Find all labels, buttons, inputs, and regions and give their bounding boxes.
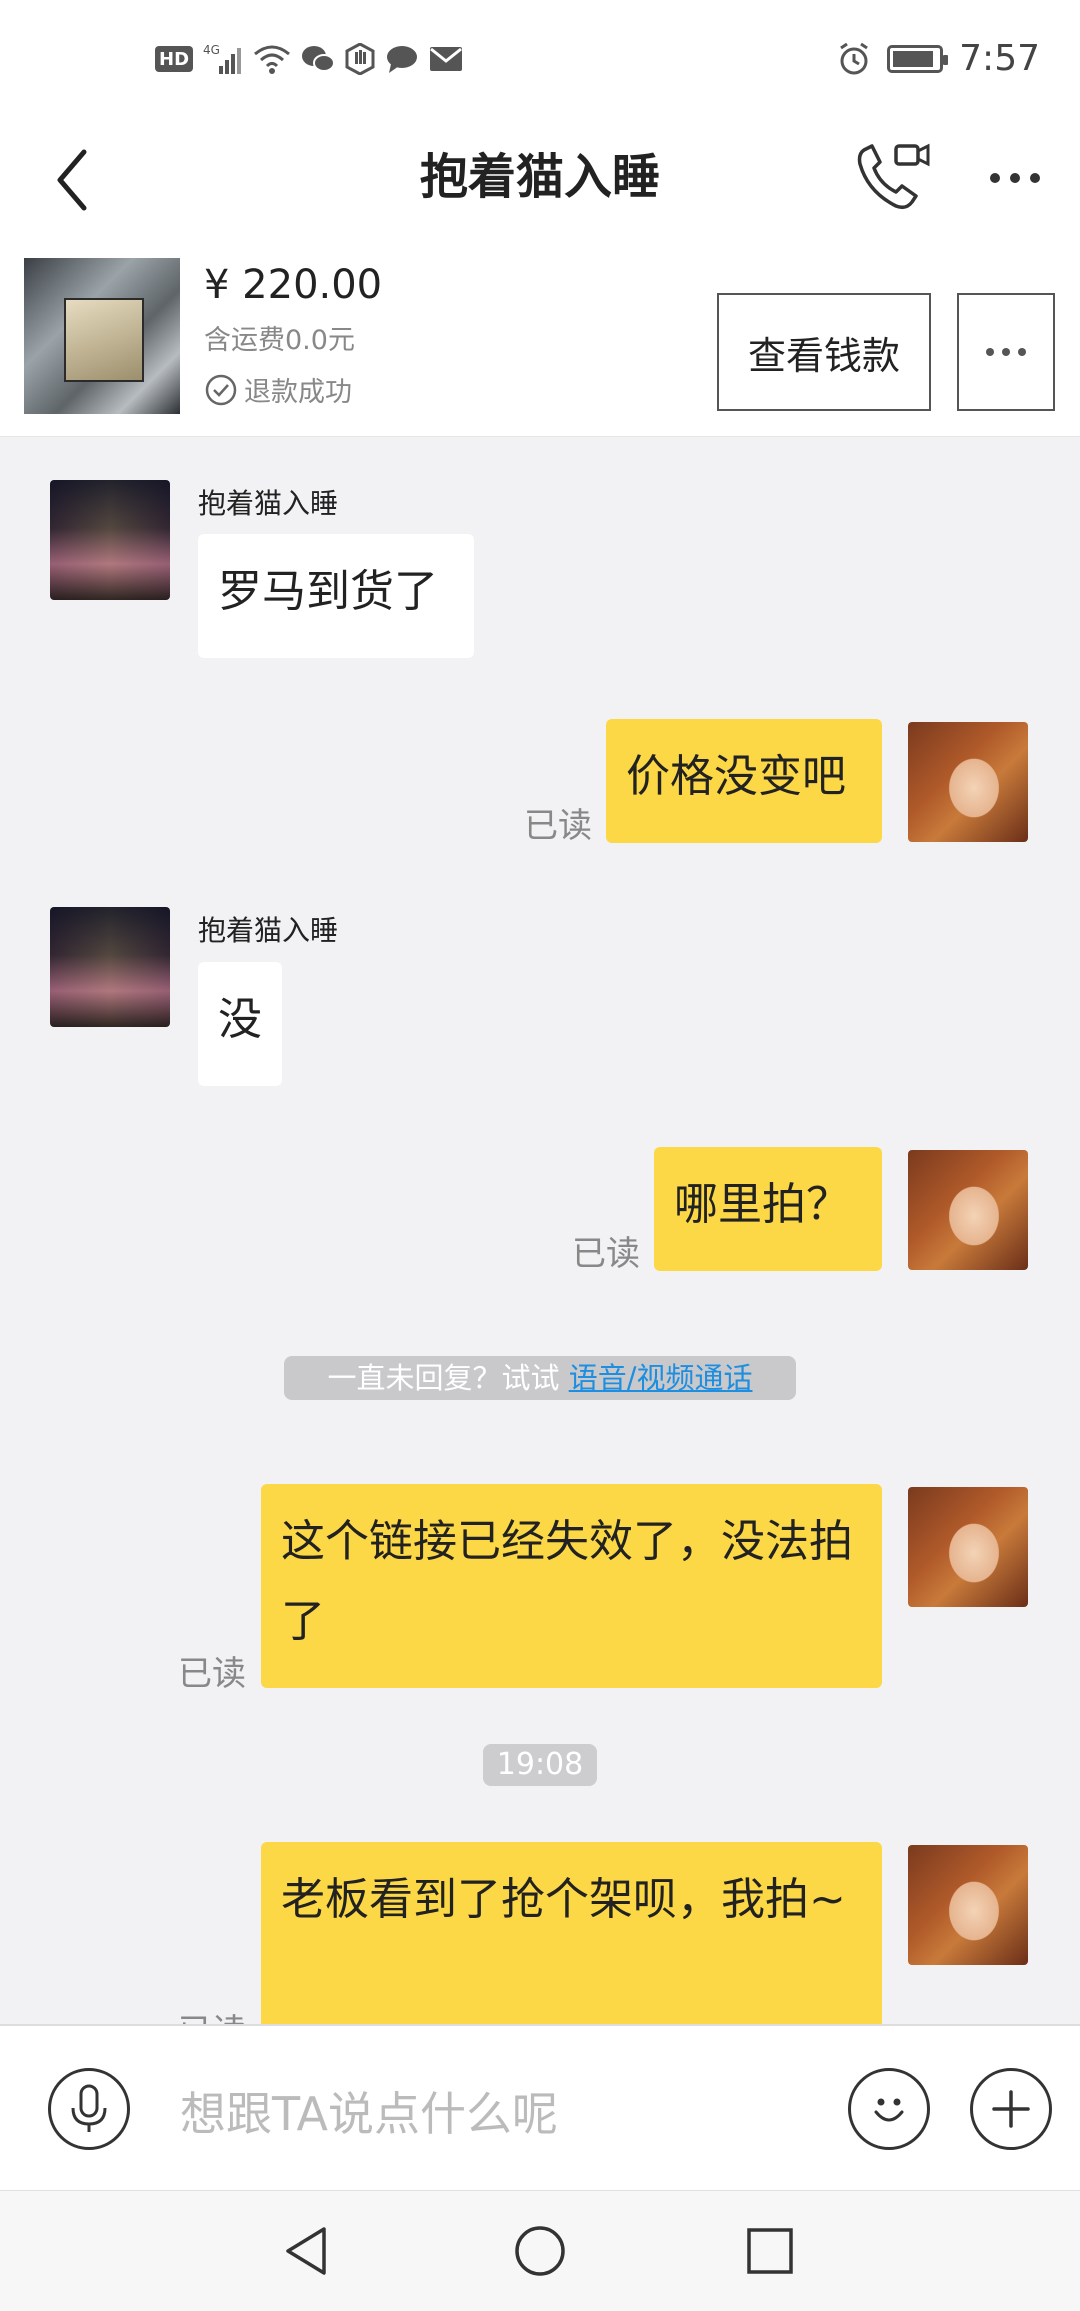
- product-thumbnail[interactable]: [24, 258, 180, 414]
- microphone-icon: [71, 2084, 107, 2132]
- message-bubble-outgoing[interactable]: 价格没变吧: [606, 719, 882, 843]
- read-status: 已读: [524, 806, 592, 846]
- seller-avatar[interactable]: [50, 480, 170, 600]
- wechat-icon: [301, 42, 336, 76]
- hd-label: HD: [159, 48, 190, 70]
- message-input-bar: 想跟TA说点什么呢: [0, 2024, 1080, 2192]
- message-bubble-incoming[interactable]: 没: [198, 962, 282, 1086]
- seller-avatar[interactable]: [50, 907, 170, 1027]
- message-bubble-incoming[interactable]: 罗马到货了: [198, 534, 474, 658]
- read-status: 已读: [178, 1654, 246, 1694]
- product-card[interactable]: ¥ 220.00 含运费0.0元 退款成功 查看钱款: [0, 240, 1080, 437]
- my-avatar[interactable]: [908, 1487, 1028, 1607]
- message-bubble-outgoing[interactable]: 老板看到了抢个架呗，我拍~: [261, 1842, 882, 2046]
- read-status: 已读: [572, 1234, 640, 1274]
- nav-recents-button[interactable]: [740, 2221, 800, 2281]
- product-image-detail: [64, 298, 144, 382]
- refund-status: 退款成功: [204, 370, 352, 409]
- shipping-fee: 含运费0.0元: [204, 325, 355, 356]
- message-bubble-outgoing[interactable]: 哪里拍？: [654, 1147, 882, 1271]
- add-attachment-button[interactable]: [970, 2068, 1052, 2150]
- more-options-button[interactable]: [980, 158, 1050, 198]
- wifi-icon: [253, 42, 291, 76]
- chat-header: 抱着猫入睡: [0, 120, 1080, 240]
- check-circle-icon: [205, 374, 237, 405]
- dot-icon: [990, 173, 1000, 183]
- timestamp: 19:08: [483, 1744, 597, 1786]
- my-avatar[interactable]: [908, 1150, 1028, 1270]
- voice-video-call-link[interactable]: 语音/视频通话: [569, 1361, 753, 1395]
- alarm-icon: [837, 42, 871, 76]
- status-icons-right: 7:57: [837, 38, 1040, 79]
- status-time: 7:57: [959, 38, 1040, 79]
- triangle-back-icon: [286, 2227, 326, 2275]
- smiley-icon: [874, 2098, 904, 2122]
- view-payment-button[interactable]: 查看钱款: [717, 293, 931, 411]
- dot-icon: [1002, 348, 1010, 356]
- dot-icon: [1018, 348, 1026, 356]
- plus-icon: [992, 2090, 1030, 2128]
- status-icons-left: HD 4G: [155, 42, 463, 76]
- sender-name: 抱着猫入睡: [198, 914, 339, 947]
- square-recents-icon: [747, 2228, 793, 2274]
- system-nav-bar: [0, 2190, 1080, 2311]
- emoji-button[interactable]: [848, 2068, 930, 2150]
- sender-name: 抱着猫入睡: [198, 487, 339, 520]
- hint-text: 一直未回复？试试: [327, 1361, 569, 1395]
- dot-icon: [1010, 173, 1020, 183]
- mail-icon: [429, 42, 463, 76]
- voice-input-button[interactable]: [48, 2068, 130, 2150]
- nav-home-button[interactable]: [510, 2221, 570, 2281]
- hand-icon: [345, 42, 375, 76]
- product-more-button[interactable]: [957, 293, 1055, 411]
- circle-home-icon: [515, 2226, 565, 2276]
- nav-back-button[interactable]: [278, 2221, 338, 2281]
- dot-icon: [1030, 173, 1040, 183]
- message-input[interactable]: 想跟TA说点什么呢: [180, 2078, 558, 2144]
- dot-icon: [986, 348, 994, 356]
- status-bar: HD 4G 7:57: [0, 0, 1080, 120]
- my-avatar[interactable]: [908, 722, 1028, 842]
- battery-icon: [887, 44, 949, 73]
- phone-video-icon: [857, 143, 930, 210]
- call-suggestion-hint: 一直未回复？试试 语音/视频通话: [284, 1356, 796, 1400]
- refund-status-label: 退款成功: [244, 377, 352, 408]
- my-avatar[interactable]: [908, 1845, 1028, 1965]
- chat-icon: [385, 42, 419, 76]
- product-price: ¥ 220.00: [204, 262, 383, 308]
- hd-icon: HD: [155, 46, 194, 72]
- call-button[interactable]: [852, 132, 932, 222]
- signal-4g-icon: 4G: [203, 42, 243, 76]
- message-bubble-outgoing[interactable]: 这个链接已经失效了，没法拍了: [261, 1484, 882, 1688]
- svg-text:4G: 4G: [203, 43, 220, 57]
